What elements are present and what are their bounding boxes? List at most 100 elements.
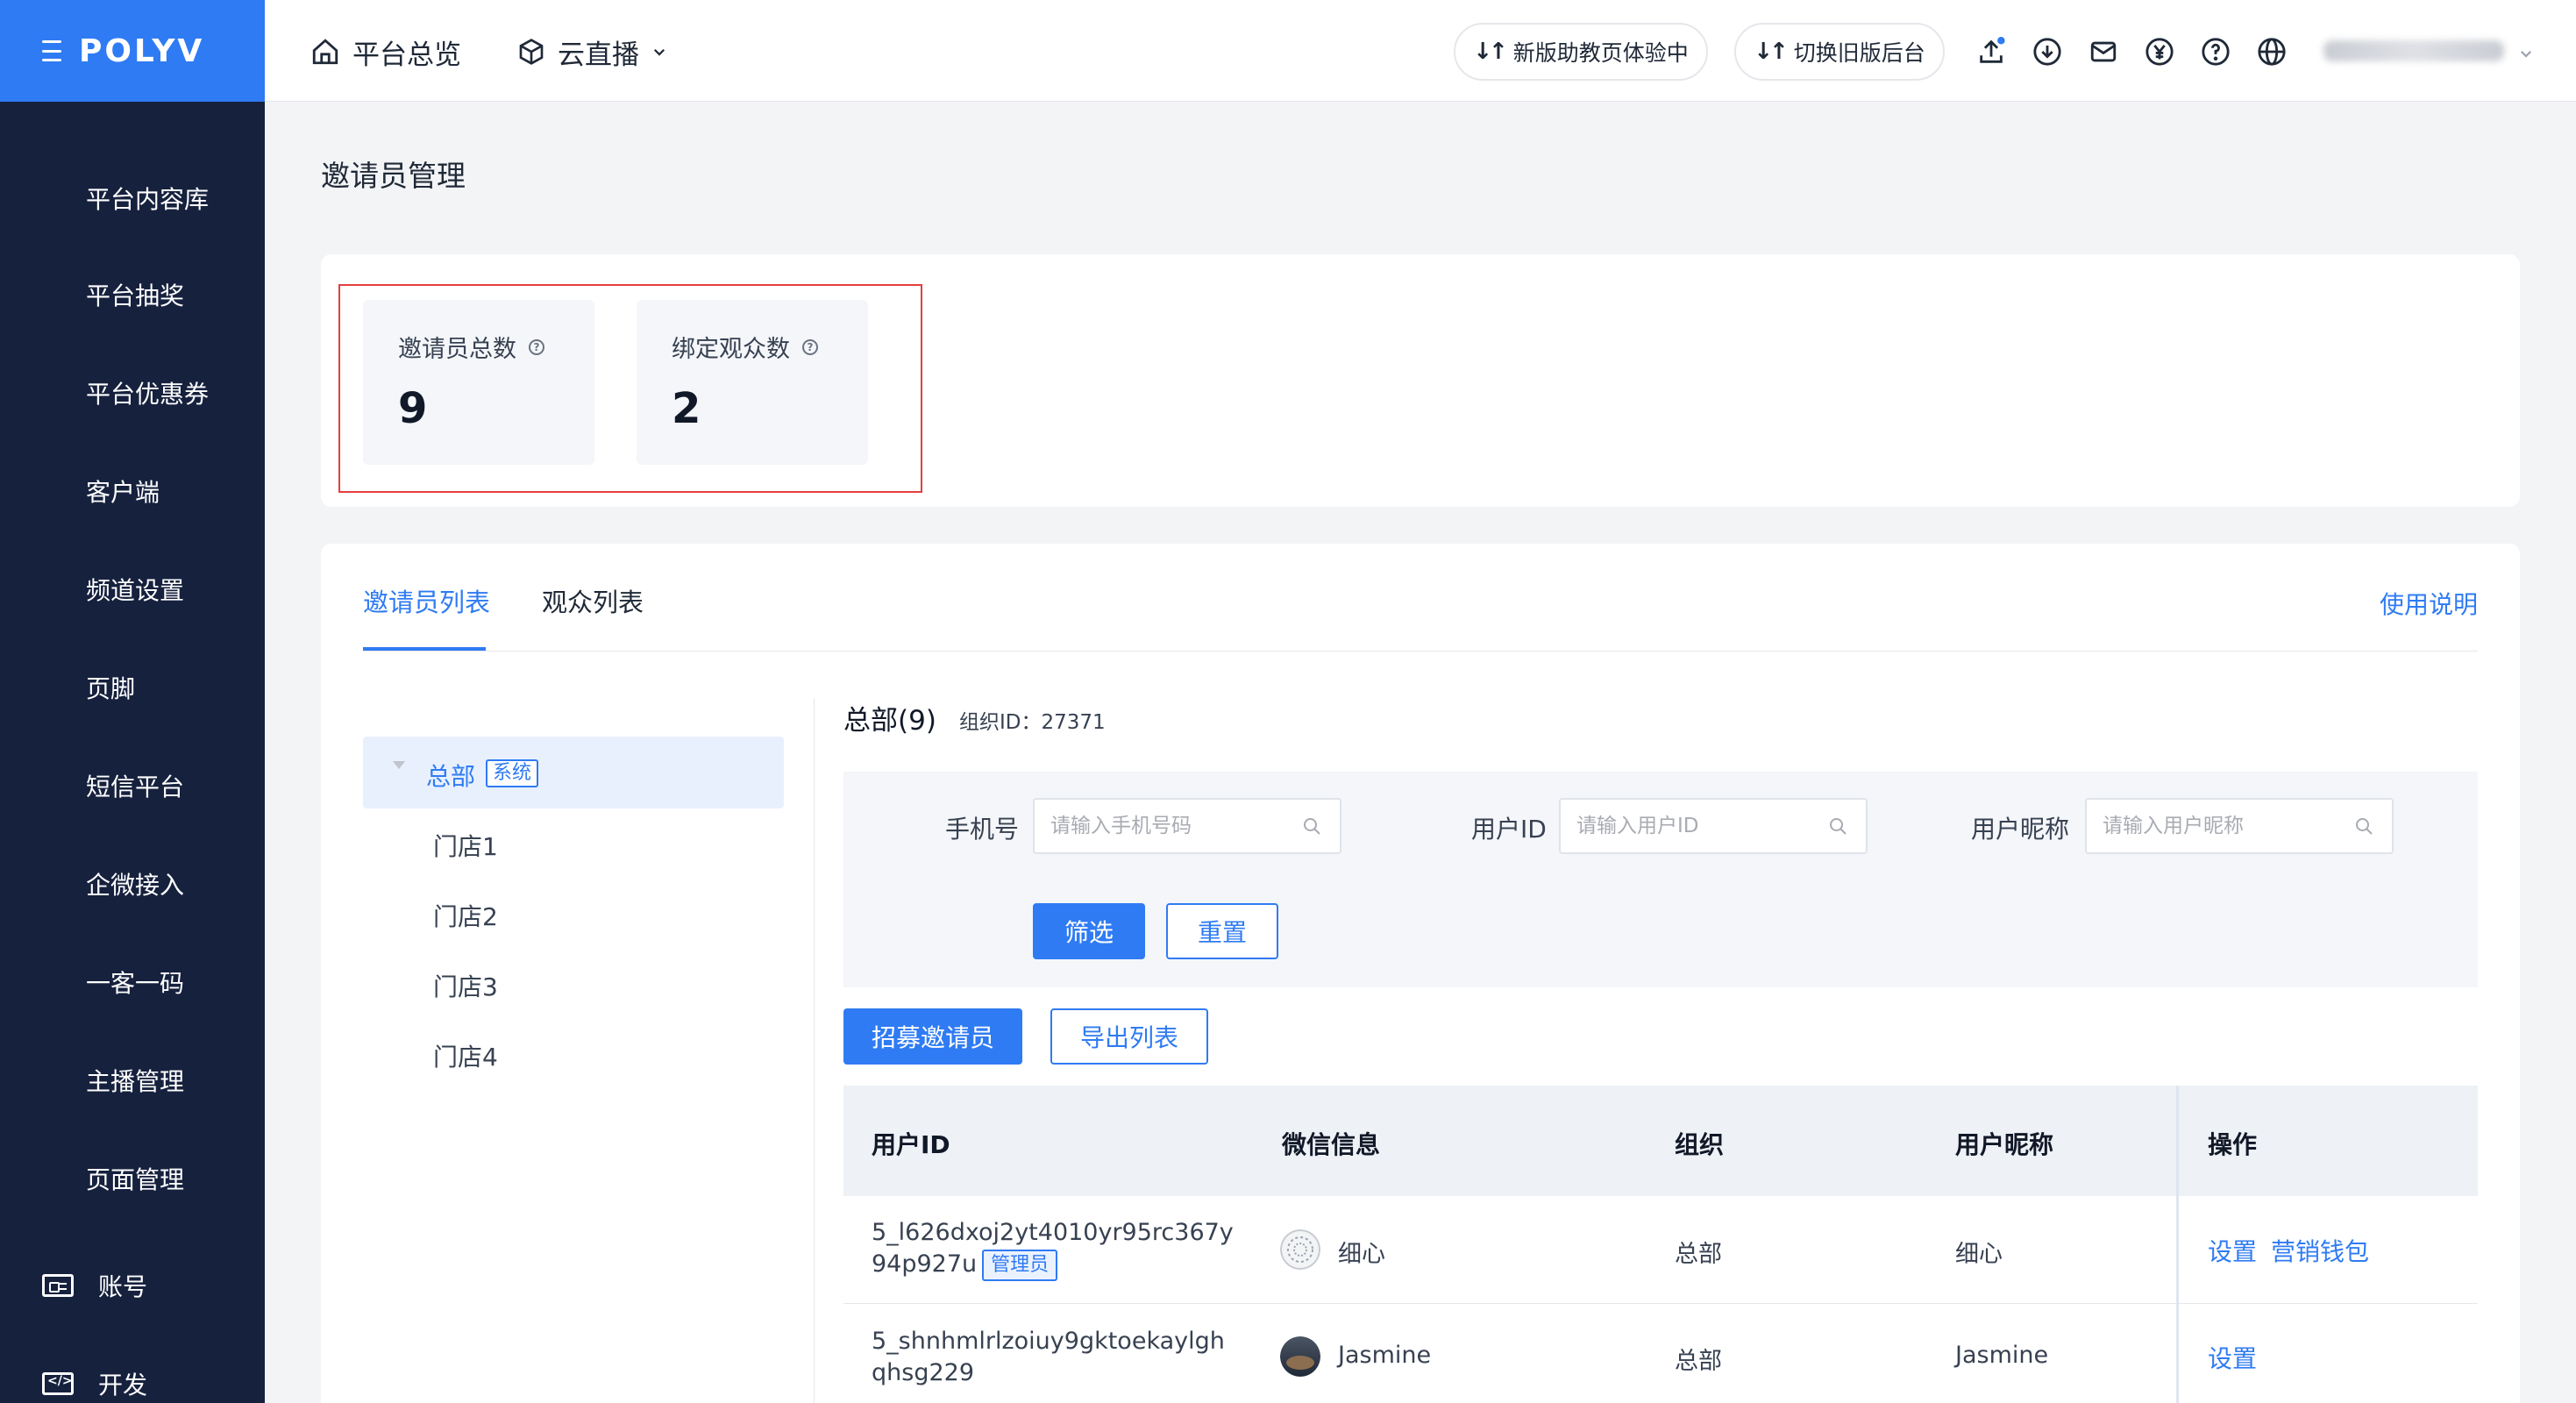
nav-label: 平台总览: [352, 39, 461, 71]
sidebar-item-label: 短信平台: [86, 773, 185, 801]
export-list-button[interactable]: 导出列表: [1050, 1008, 1208, 1065]
tab-active-indicator: [363, 647, 486, 651]
sidebar-item-label: 客户端: [86, 478, 160, 507]
logo[interactable]: POLYV: [79, 33, 204, 69]
nav-platform-overview[interactable]: 平台总览: [310, 32, 461, 72]
userid-input[interactable]: [1559, 798, 1868, 854]
sidebar-item-client[interactable]: 客户端: [0, 465, 265, 517]
column-header: 组织: [1675, 1130, 1725, 1159]
tree-item-store[interactable]: 门店2: [433, 898, 498, 933]
row-divider: [843, 1303, 2478, 1304]
wechat-name: Jasmine: [1338, 1342, 1432, 1369]
tree-item-store[interactable]: 门店4: [433, 1038, 498, 1073]
switch-old-button[interactable]: ↓↑ 切换旧版后台: [1734, 23, 1945, 81]
search-icon: [1830, 818, 1847, 835]
sidebar-item-label: 开发: [98, 1371, 148, 1399]
sidebar-item-wecom[interactable]: 企微接入: [0, 858, 265, 910]
help-icon[interactable]: [2201, 37, 2231, 67]
nav-label: 云直播: [558, 39, 639, 71]
column-header: 微信信息: [1282, 1130, 1381, 1159]
sidebar-item-lottery[interactable]: 平台抽奖: [0, 268, 265, 321]
caret-down-icon[interactable]: [393, 761, 405, 769]
code-icon: [42, 1372, 74, 1395]
chevron-down-icon: [653, 48, 665, 56]
avatar: [1280, 1229, 1320, 1270]
swap-icon: ↓↑: [1754, 39, 1789, 65]
highlight-box: [338, 284, 922, 493]
userid-label: 用户ID: [1471, 815, 1547, 844]
globe-icon[interactable]: [2257, 37, 2287, 67]
sidebar-item-label: 平台内容库: [86, 185, 210, 214]
yen-icon[interactable]: [2145, 37, 2174, 67]
sidebar-item-label: 账号: [98, 1272, 148, 1301]
button-label: 新版助教页体验中: [1512, 40, 1689, 66]
settings-link[interactable]: 设置: [2208, 1233, 2257, 1268]
cube-icon: [519, 39, 544, 65]
sidebar-item-coupons[interactable]: 平台优惠券: [0, 367, 265, 419]
wechat-name: 细心: [1338, 1241, 1385, 1268]
filter-button[interactable]: 筛选: [1033, 903, 1145, 959]
org-cell: 总部: [1675, 1348, 1722, 1375]
marketing-wallet-link[interactable]: 营销钱包: [2271, 1233, 2369, 1268]
upload-icon[interactable]: [1976, 37, 2006, 67]
nickname-cell: Jasmine: [1955, 1342, 2049, 1369]
user-id-cell: 5_l626dxoj2yt4010yr95rc367y94p927u 管理员: [872, 1217, 1240, 1281]
sidebar-item-label: 页脚: [86, 674, 136, 703]
help-link[interactable]: 使用说明: [2380, 586, 2478, 621]
reset-button[interactable]: 重置: [1166, 903, 1278, 959]
nickname-label: 用户昵称: [1971, 815, 2070, 844]
user-id-cell: 5_shnhmlrlzoiuy9gktoekaylghqhsg229: [872, 1326, 1240, 1389]
phone-label: 手机号: [945, 815, 1020, 844]
org-id: 组织ID：27371: [959, 711, 1106, 734]
org-title: 总部(9): [843, 705, 936, 737]
nickname-cell: 细心: [1955, 1241, 2003, 1268]
column-header: 用户昵称: [1955, 1130, 2054, 1159]
sidebar-item-label: 主播管理: [86, 1067, 185, 1096]
sidebar-item-page-management[interactable]: 页面管理: [0, 1152, 265, 1205]
new-assistant-button[interactable]: ↓↑ 新版助教页体验中: [1454, 23, 1708, 81]
org-cell: 总部: [1675, 1241, 1722, 1268]
sidebar-item-channel-settings[interactable]: 频道设置: [0, 563, 265, 616]
sidebar-item-content-library[interactable]: 平台内容库: [0, 172, 265, 224]
sidebar-item-label: 频道设置: [86, 576, 185, 605]
id-card-icon: [42, 1274, 74, 1297]
sidebar-item-dev[interactable]: 开发: [0, 1357, 265, 1403]
sidebar-item-account[interactable]: 账号: [0, 1259, 265, 1312]
sidebar-item-label: 一客一码: [86, 969, 185, 998]
tree-item-store[interactable]: 门店1: [433, 828, 498, 863]
download-icon[interactable]: [2032, 37, 2062, 67]
sidebar-item-label: 页面管理: [86, 1165, 185, 1194]
column-header: 操作: [2208, 1130, 2258, 1159]
sidebar-item-anchor[interactable]: 主播管理: [0, 1054, 265, 1107]
admin-tag: 管理员: [982, 1249, 1058, 1281]
page-title: 邀请员管理: [321, 159, 466, 193]
menu-icon[interactable]: [35, 40, 61, 61]
sidebar-item-label: 企微接入: [86, 871, 185, 900]
column-header: 用户ID: [872, 1130, 950, 1159]
sidebar-item-sms[interactable]: 短信平台: [0, 759, 265, 812]
tab-divider: [363, 651, 2478, 652]
sidebar-item-one-code[interactable]: 一客一码: [0, 956, 265, 1008]
sidebar-item-label: 平台抽奖: [86, 281, 185, 310]
settings-link[interactable]: 设置: [2208, 1340, 2257, 1375]
tree-root-label[interactable]: 总部: [426, 758, 475, 793]
swap-icon: ↓↑: [1473, 39, 1508, 65]
sidebar-item-footer[interactable]: 页脚: [0, 661, 265, 714]
panel-divider: [814, 698, 815, 1403]
user-id-text: 5_shnhmlrlzoiuy9gktoekaylghqhsg229: [872, 1328, 1225, 1386]
chevron-down-icon[interactable]: [2518, 46, 2534, 61]
user-account-name[interactable]: [2323, 40, 2504, 61]
recruit-inviter-button[interactable]: 招募邀请员: [843, 1008, 1022, 1065]
nav-cloud-live[interactable]: 云直播: [517, 32, 680, 72]
tab-inviter-list[interactable]: 邀请员列表: [363, 582, 490, 619]
logo-bar: POLYV: [0, 0, 265, 102]
phone-input[interactable]: [1033, 798, 1341, 854]
tab-viewer-list[interactable]: 观众列表: [542, 582, 644, 619]
mail-icon[interactable]: [2089, 37, 2118, 67]
button-label: 切换旧版后台: [1793, 40, 1925, 66]
avatar: [1280, 1336, 1320, 1377]
search-icon: [1304, 818, 1320, 835]
tree-item-store[interactable]: 门店3: [433, 968, 498, 1003]
sidebar-item-label: 平台优惠券: [86, 380, 210, 409]
nickname-input[interactable]: [2085, 798, 2394, 854]
